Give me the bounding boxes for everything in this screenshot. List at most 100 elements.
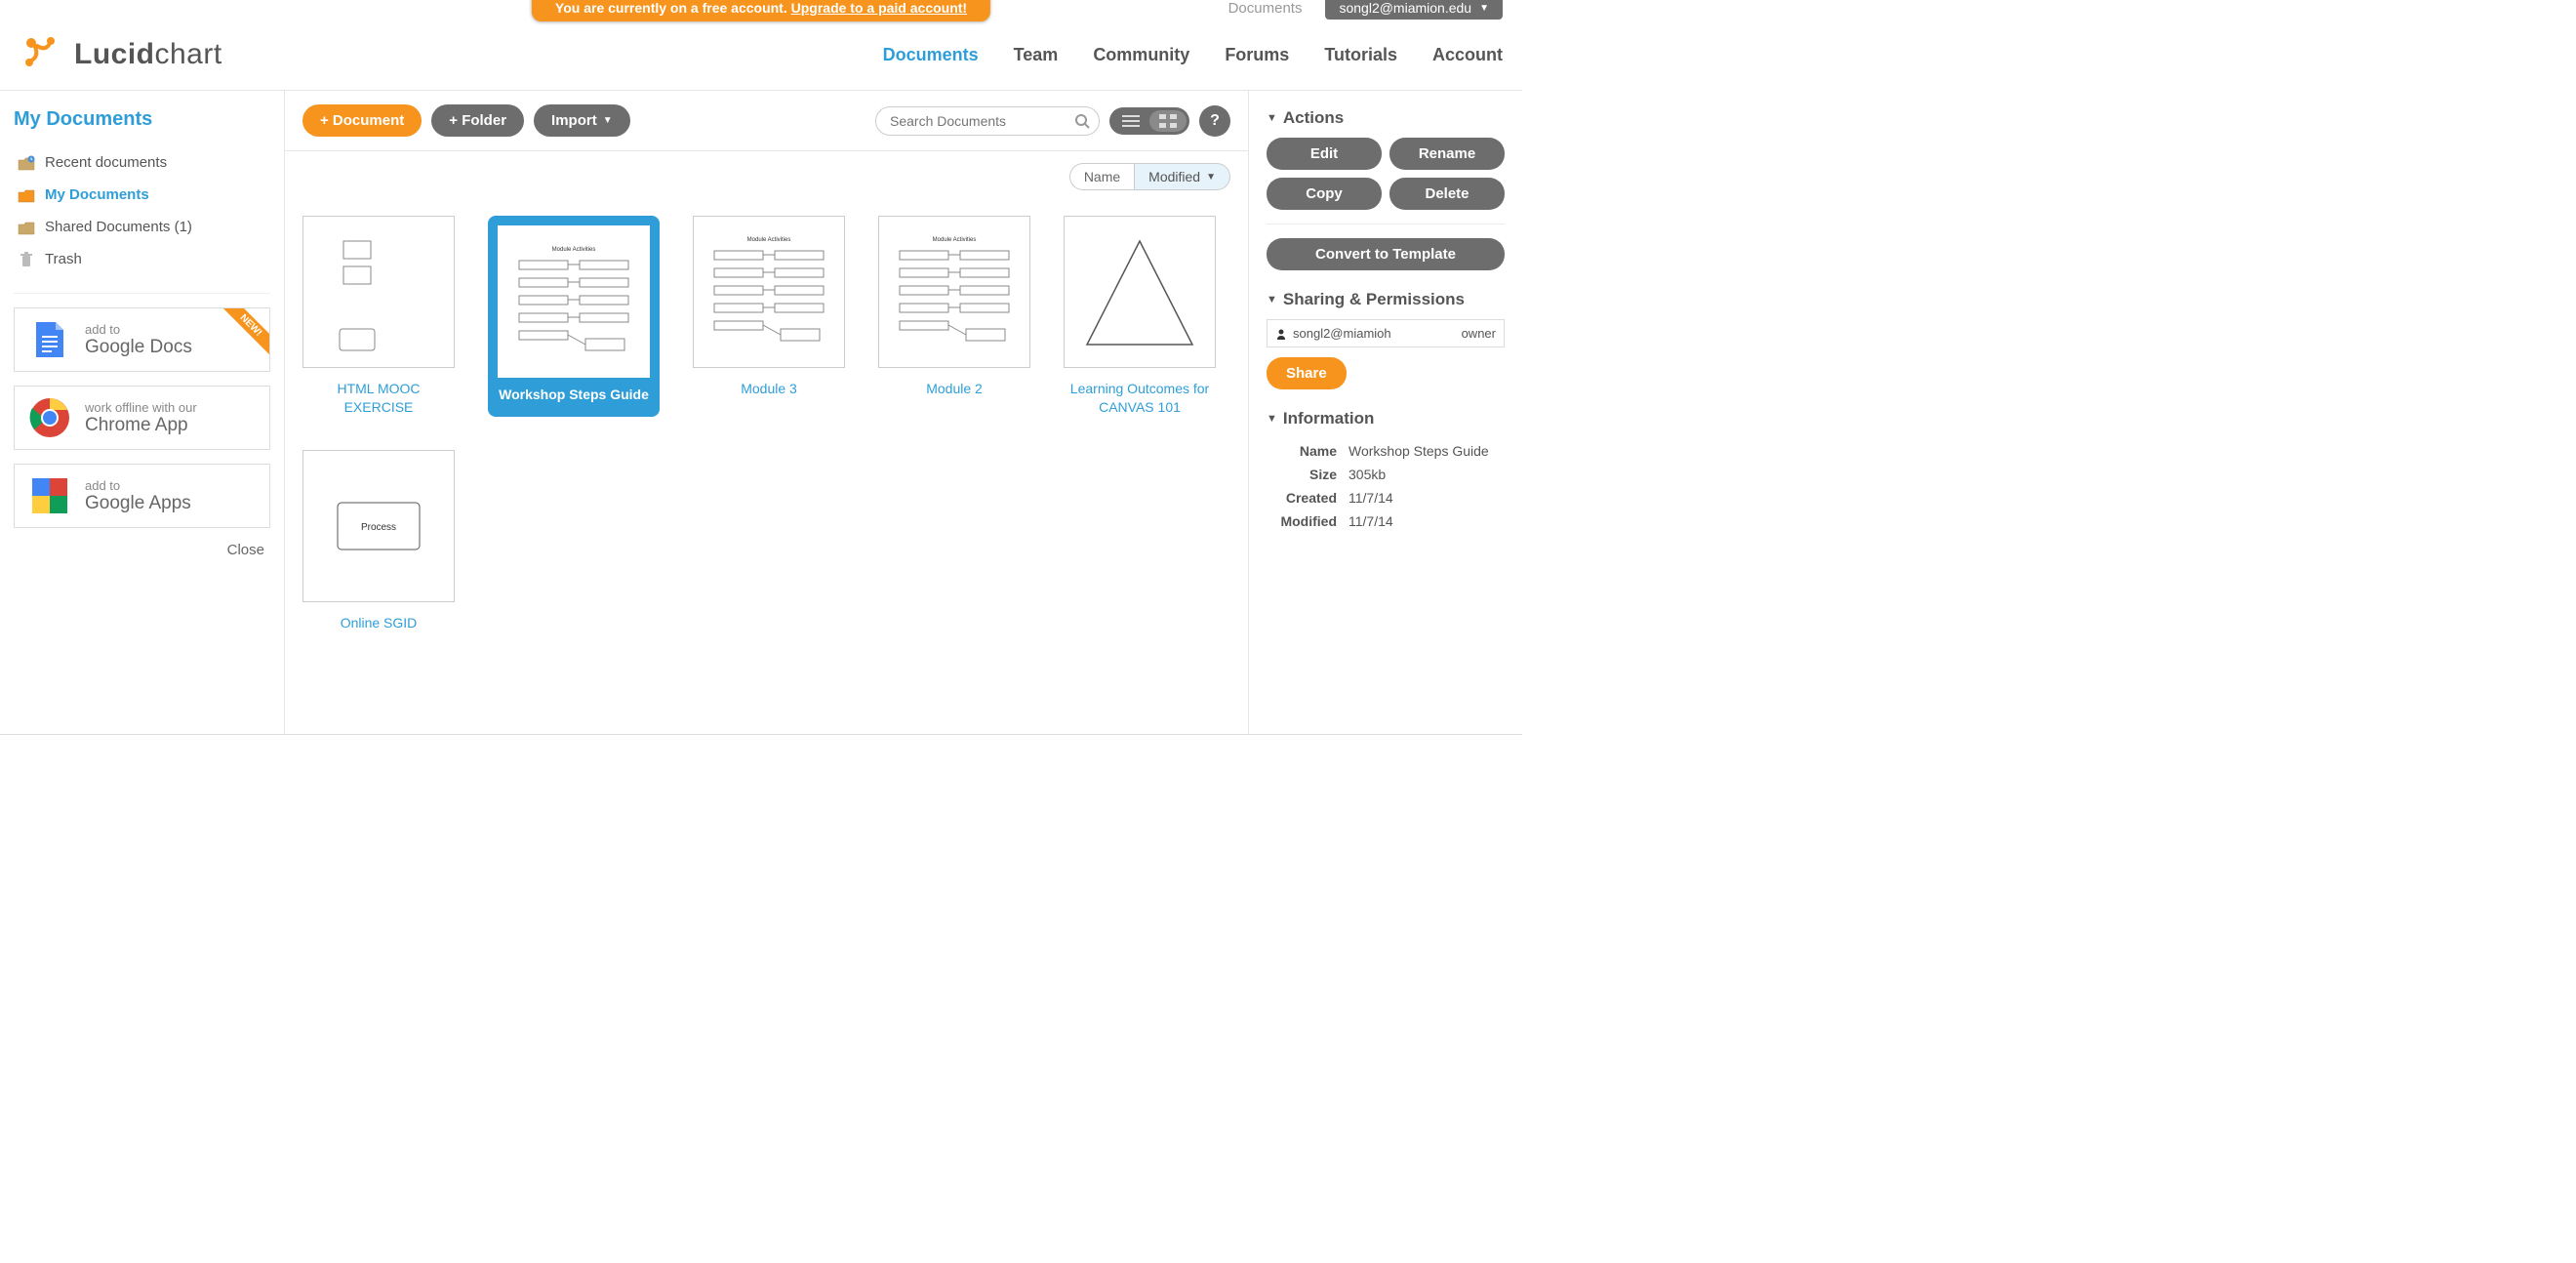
- chevron-down-icon: ▼: [603, 115, 613, 126]
- promo-big: Chrome App: [85, 415, 188, 435]
- nav-tutorials[interactable]: Tutorials: [1324, 45, 1397, 65]
- sharing-heading[interactable]: ▼ Sharing & Permissions: [1267, 290, 1505, 309]
- document-title: Learning Outcomes for CANVAS 101: [1064, 380, 1216, 417]
- sidebar-item-label: Trash: [45, 251, 82, 267]
- search-box: [875, 106, 1100, 136]
- document-card[interactable]: Learning Outcomes for CANVAS 101: [1064, 216, 1216, 417]
- document-card[interactable]: ProcessOnline SGID: [302, 450, 455, 632]
- svg-text:Module Activities: Module Activities: [552, 247, 596, 253]
- document-title: Module 2: [926, 380, 983, 398]
- new-document-button[interactable]: + Document: [302, 104, 422, 137]
- actions-heading[interactable]: ▼ Actions: [1267, 108, 1505, 128]
- nav-documents[interactable]: Documents: [883, 45, 979, 65]
- promo-big: Google Docs: [85, 337, 192, 357]
- chevron-down-icon: ▼: [1267, 112, 1277, 124]
- permission-entry[interactable]: songl2@miamioh owner: [1267, 319, 1505, 347]
- sidebar-item-shared-documents-1-[interactable]: Shared Documents (1): [14, 211, 270, 243]
- folder-list: Recent documents My Documents Shared Docum…: [14, 146, 270, 275]
- info-size-label: Size: [1268, 464, 1347, 485]
- grid-view-button[interactable]: [1149, 110, 1187, 132]
- sidebar-item-recent-documents[interactable]: Recent documents: [14, 146, 270, 179]
- import-button[interactable]: Import ▼: [534, 104, 630, 137]
- information-heading[interactable]: ▼ Information: [1267, 409, 1505, 428]
- new-folder-button[interactable]: + Folder: [431, 104, 524, 137]
- document-thumbnail: [302, 216, 455, 368]
- document-card[interactable]: Module Activities Module 2: [878, 216, 1030, 417]
- chevron-down-icon: ▼: [1267, 413, 1277, 425]
- banner-prefix: You are currently on a free account.: [555, 0, 791, 16]
- top-strip: You are currently on a free account. Upg…: [0, 0, 1522, 20]
- info-created-label: Created: [1268, 487, 1347, 509]
- upgrade-banner[interactable]: You are currently on a free account. Upg…: [532, 0, 990, 21]
- share-button[interactable]: Share: [1267, 357, 1347, 389]
- delete-button[interactable]: Delete: [1389, 178, 1505, 210]
- svg-text:Module Activities: Module Activities: [933, 237, 977, 243]
- info-size-value: 305kb: [1348, 464, 1503, 485]
- recent-icon: [18, 155, 35, 171]
- promo-gapps[interactable]: add toGoogle Apps: [14, 464, 270, 528]
- nav-team[interactable]: Team: [1014, 45, 1059, 65]
- sidebar-item-trash[interactable]: Trash: [14, 243, 270, 275]
- gdocs-icon: [28, 318, 71, 361]
- sidebar-item-label: Shared Documents (1): [45, 219, 192, 235]
- nav-community[interactable]: Community: [1093, 45, 1189, 65]
- chevron-down-icon: ▼: [1206, 172, 1216, 183]
- folder-icon: [18, 220, 35, 235]
- convert-to-template-button[interactable]: Convert to Template: [1267, 238, 1505, 270]
- sidebar-item-my-documents[interactable]: My Documents: [14, 179, 270, 211]
- document-title: Workshop Steps Guide: [499, 386, 649, 404]
- document-card[interactable]: Module Activities Workshop Steps Guide: [488, 216, 660, 417]
- svg-text:Process: Process: [361, 522, 396, 533]
- sort-by-name[interactable]: Name: [1069, 163, 1134, 190]
- promo-small: add to: [85, 322, 192, 337]
- nav-account[interactable]: Account: [1432, 45, 1503, 65]
- user-email: songl2@miamion.edu: [1339, 0, 1471, 16]
- close-promos[interactable]: Close: [14, 542, 270, 558]
- sidebar-item-label: My Documents: [45, 186, 149, 203]
- document-thumbnail: Module Activities: [498, 225, 650, 378]
- logo[interactable]: Lucidchart: [20, 33, 222, 76]
- promo-small: add to: [85, 478, 191, 493]
- info-table: NameWorkshop Steps Guide Size305kb Creat…: [1267, 438, 1505, 534]
- nav-forums[interactable]: Forums: [1225, 45, 1289, 65]
- document-title: Module 3: [741, 380, 797, 398]
- user-menu[interactable]: songl2@miamion.edu ▼: [1325, 0, 1503, 20]
- document-thumbnail: Process: [302, 450, 455, 602]
- new-ribbon: NEW!: [221, 308, 269, 357]
- content-area: + Document + Folder Import ▼: [285, 91, 1249, 734]
- document-thumbnail: Module Activities: [878, 216, 1030, 368]
- main-nav: Documents Team Community Forums Tutorials Acc…: [883, 45, 1503, 65]
- view-toggle: [1109, 107, 1189, 135]
- info-created-value: 11/7/14: [1348, 487, 1503, 509]
- person-icon: [1275, 328, 1287, 340]
- rename-button[interactable]: Rename: [1389, 138, 1505, 170]
- folder-icon: [18, 187, 35, 203]
- help-button[interactable]: ?: [1199, 105, 1230, 137]
- edit-button[interactable]: Edit: [1267, 138, 1382, 170]
- list-view-button[interactable]: [1112, 110, 1149, 132]
- svg-text:Module Activities: Module Activities: [747, 237, 791, 243]
- document-grid: HTML MOOC EXERCISE Module Activities Works…: [285, 190, 1248, 658]
- search-input[interactable]: [875, 106, 1100, 136]
- trash-icon: [18, 252, 35, 267]
- document-thumbnail: [1064, 216, 1216, 368]
- permission-role: owner: [1462, 326, 1496, 341]
- info-modified-label: Modified: [1268, 510, 1347, 532]
- main-area: My Documents Recent documents My Document…: [0, 91, 1522, 735]
- chevron-down-icon: ▼: [1267, 294, 1277, 306]
- search-icon[interactable]: [1074, 113, 1090, 129]
- sidebar-item-label: Recent documents: [45, 154, 167, 171]
- promo-chrome[interactable]: work offline with ourChrome App: [14, 386, 270, 450]
- copy-button[interactable]: Copy: [1267, 178, 1382, 210]
- banner-link[interactable]: Upgrade to a paid account!: [791, 0, 967, 16]
- promo-small: work offline with our: [85, 400, 197, 415]
- chrome-icon: [28, 396, 71, 439]
- document-title: HTML MOOC EXERCISE: [302, 380, 455, 417]
- documents-top-link[interactable]: Documents: [1228, 0, 1303, 17]
- document-card[interactable]: HTML MOOC EXERCISE: [302, 216, 455, 417]
- promo-big: Google Apps: [85, 493, 191, 513]
- document-card[interactable]: Module Activities Module 3: [693, 216, 845, 417]
- promo-gdocs[interactable]: add toGoogle Docs NEW!: [14, 307, 270, 372]
- logo-text: Lucidchart: [74, 38, 222, 71]
- sort-by-modified[interactable]: Modified ▼: [1134, 163, 1230, 190]
